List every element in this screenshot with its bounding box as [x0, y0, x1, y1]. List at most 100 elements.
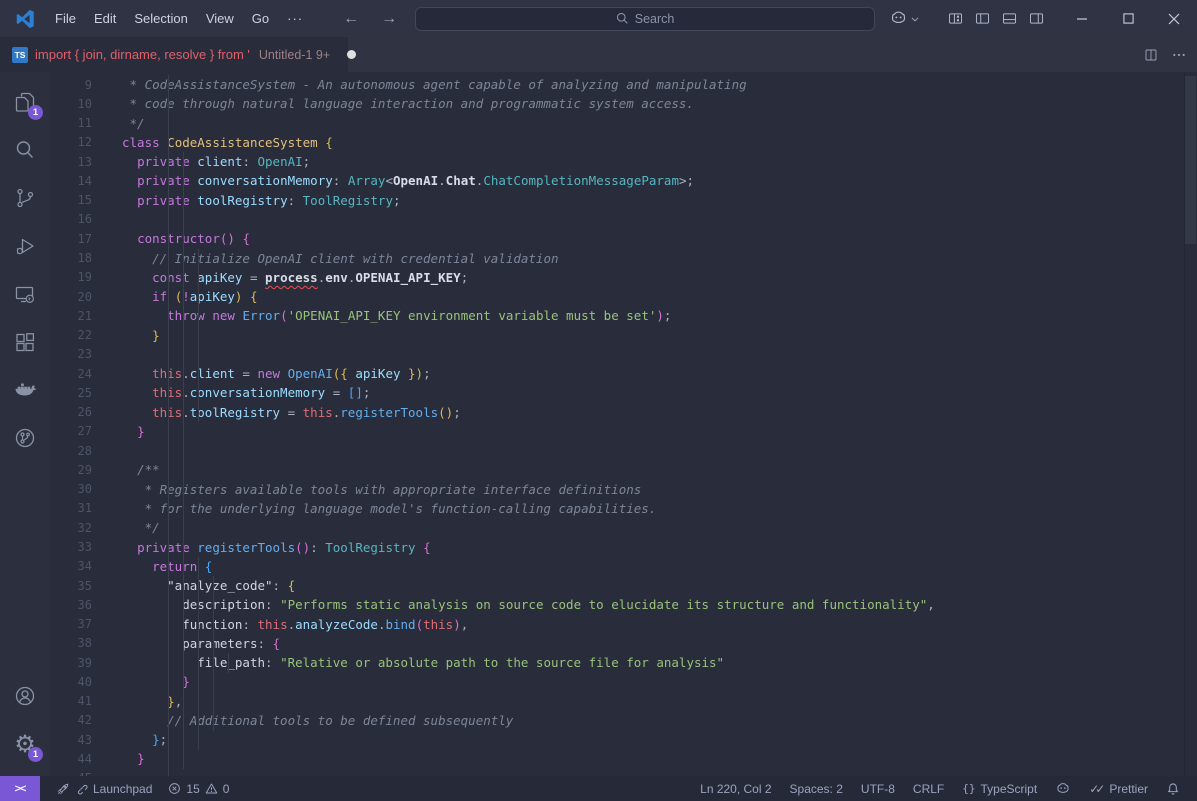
code-line[interactable]: 44 }: [50, 749, 1197, 768]
code-line[interactable]: 12class CodeAssistanceSystem {: [50, 133, 1197, 152]
code-line[interactable]: 13 private client: OpenAI;: [50, 152, 1197, 171]
line-number: 20: [50, 290, 122, 304]
sidebar-item-accounts[interactable]: [1, 672, 49, 720]
code-line[interactable]: 20 if (!apiKey) {: [50, 287, 1197, 306]
sidebar-item-docker[interactable]: [1, 366, 49, 414]
code-line[interactable]: 18 // Initialize OpenAI client with cred…: [50, 248, 1197, 267]
code-line[interactable]: 38 parameters: {: [50, 634, 1197, 653]
command-center-search[interactable]: Search: [415, 7, 875, 31]
maximize-button[interactable]: [1105, 0, 1151, 37]
sidebar-item-settings[interactable]: ⚙ 1: [1, 720, 49, 768]
toggle-panel-icon[interactable]: [1001, 10, 1018, 27]
code-line[interactable]: 34 return {: [50, 557, 1197, 576]
problems-button[interactable]: 15 0: [160, 776, 237, 801]
code-editor[interactable]: 9 * CodeAssistanceSystem - An autonomous…: [50, 72, 1197, 776]
code-text: constructor() {: [122, 231, 250, 246]
menu-overflow-button[interactable]: ···: [278, 9, 312, 28]
more-actions-icon[interactable]: [1171, 47, 1187, 63]
code-line[interactable]: 29 /**: [50, 460, 1197, 479]
customize-layout-icon[interactable]: [947, 10, 964, 27]
line-number: 13: [50, 155, 122, 169]
code-line[interactable]: 37 function: this.analyzeCode.bind(this)…: [50, 614, 1197, 633]
code-text: this.toolRegistry = this.registerTools()…: [122, 405, 461, 420]
code-line[interactable]: 35 "analyze_code": {: [50, 576, 1197, 595]
code-line[interactable]: 28: [50, 441, 1197, 460]
code-line[interactable]: 30 * Registers available tools with appr…: [50, 480, 1197, 499]
code-line[interactable]: 39 file_path: "Relative or absolute path…: [50, 653, 1197, 672]
sidebar-item-run-and-debug[interactable]: [1, 222, 49, 270]
code-text: * for the underlying language model's fu…: [122, 501, 656, 516]
close-button[interactable]: [1151, 0, 1197, 37]
code-line[interactable]: 45: [50, 769, 1197, 776]
code-line[interactable]: 19 const apiKey = process.env.OPENAI_API…: [50, 268, 1197, 287]
code-line[interactable]: 42 // Additional tools to be defined sub…: [50, 711, 1197, 730]
code-line[interactable]: 23: [50, 345, 1197, 364]
remote-icon: ><: [15, 783, 26, 795]
toggle-primary-sidebar-icon[interactable]: [974, 10, 991, 27]
code-text: }: [122, 328, 160, 343]
sidebar-item-git-graph[interactable]: [1, 414, 49, 462]
encoding-button[interactable]: UTF-8: [852, 776, 904, 801]
code-line[interactable]: 24 this.client = new OpenAI({ apiKey });: [50, 364, 1197, 383]
code-line[interactable]: 26 this.toolRegistry = this.registerTool…: [50, 403, 1197, 422]
code-line[interactable]: 25 this.conversationMemory = [];: [50, 383, 1197, 402]
eol-button[interactable]: CRLF: [904, 776, 953, 801]
code-line[interactable]: 41 },: [50, 692, 1197, 711]
code-line[interactable]: 11 */: [50, 114, 1197, 133]
back-arrow-icon[interactable]: ←: [339, 10, 363, 28]
menu-selection[interactable]: Selection: [125, 7, 196, 30]
sidebar-item-source-control[interactable]: [1, 174, 49, 222]
line-number: 19: [50, 270, 122, 284]
sidebar-item-remote-explorer[interactable]: [1, 270, 49, 318]
split-editor-icon[interactable]: [1143, 47, 1159, 63]
code-text: private conversationMemory: Array<OpenAI…: [122, 173, 694, 188]
code-line[interactable]: 36 description: "Performs static analysi…: [50, 595, 1197, 614]
copilot-status-button[interactable]: [1046, 776, 1080, 801]
formatter-button[interactable]: ✓✓ Prettier: [1080, 776, 1157, 801]
code-line[interactable]: 27 }: [50, 422, 1197, 441]
line-number: 42: [50, 713, 122, 727]
copilot-menu-button[interactable]: [889, 9, 920, 28]
code-line[interactable]: 31 * for the underlying language model's…: [50, 499, 1197, 518]
toggle-secondary-sidebar-icon[interactable]: [1028, 10, 1045, 27]
menu-edit[interactable]: Edit: [85, 7, 125, 30]
sidebar-item-explorer[interactable]: 1: [1, 78, 49, 126]
code-line[interactable]: 14 private conversationMemory: Array<Ope…: [50, 171, 1197, 190]
code-line[interactable]: 40 }: [50, 672, 1197, 691]
remote-indicator-button[interactable]: ><: [0, 776, 40, 801]
menu-go[interactable]: Go: [243, 7, 278, 30]
code-line[interactable]: 22 }: [50, 325, 1197, 344]
scrollbar-slider[interactable]: [1185, 76, 1196, 244]
code-line[interactable]: 16: [50, 210, 1197, 229]
modified-dot-icon[interactable]: [347, 50, 356, 59]
notifications-button[interactable]: [1157, 776, 1189, 801]
code-line[interactable]: 17 constructor() {: [50, 229, 1197, 248]
bell-icon: [1166, 782, 1180, 796]
language-mode-button[interactable]: {} TypeScript: [953, 776, 1046, 801]
warning-icon: [205, 782, 218, 795]
line-number: 32: [50, 521, 122, 535]
code-lines: 9 * CodeAssistanceSystem - An autonomous…: [50, 75, 1197, 776]
sidebar-item-search[interactable]: [1, 126, 49, 174]
code-line[interactable]: 9 * CodeAssistanceSystem - An autonomous…: [50, 75, 1197, 94]
code-text: // Initialize OpenAI client with credent…: [122, 251, 559, 266]
code-text: const apiKey = process.env.OPENAI_API_KE…: [122, 270, 468, 285]
code-line[interactable]: 15 private toolRegistry: ToolRegistry;: [50, 191, 1197, 210]
code-line[interactable]: 32 */: [50, 518, 1197, 537]
indentation-button[interactable]: Spaces: 2: [781, 776, 852, 801]
menu-view[interactable]: View: [197, 7, 243, 30]
forward-arrow-icon[interactable]: →: [377, 10, 401, 28]
launchpad-button[interactable]: Launchpad: [48, 776, 160, 801]
tab-untitled-1[interactable]: TS import { join, dirname, resolve } fro…: [0, 37, 348, 72]
code-line[interactable]: 43 };: [50, 730, 1197, 749]
typescript-file-icon: TS: [12, 47, 28, 63]
sidebar-item-extensions[interactable]: [1, 318, 49, 366]
menu-file[interactable]: File: [46, 7, 85, 30]
code-line[interactable]: 21 throw new Error('OPENAI_API_KEY envir…: [50, 306, 1197, 325]
code-line[interactable]: 33 private registerTools(): ToolRegistry…: [50, 537, 1197, 556]
minimize-button[interactable]: [1059, 0, 1105, 37]
code-text: this.conversationMemory = [];: [122, 385, 370, 400]
editor-scrollbar[interactable]: [1184, 72, 1197, 776]
code-line[interactable]: 10 * code through natural language inter…: [50, 94, 1197, 113]
cursor-position-button[interactable]: Ln 220, Col 2: [691, 776, 780, 801]
